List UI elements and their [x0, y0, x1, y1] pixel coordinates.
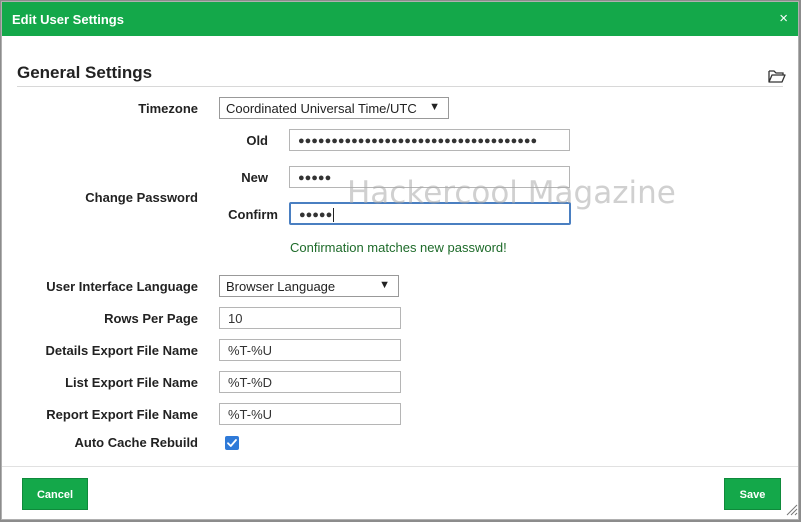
- password-match-message: Confirmation matches new password!: [290, 240, 507, 255]
- new-password-label: New: [241, 170, 268, 185]
- details-export-label: Details Export File Name: [45, 343, 198, 358]
- language-label: User Interface Language: [46, 279, 198, 294]
- auto-cache-checkbox[interactable]: [225, 436, 239, 450]
- report-export-label: Report Export File Name: [46, 407, 198, 422]
- section-divider: [17, 86, 783, 87]
- close-icon[interactable]: ×: [779, 11, 788, 26]
- cancel-button[interactable]: Cancel: [22, 478, 88, 510]
- dialog-title: Edit User Settings: [12, 12, 124, 27]
- text-caret: [333, 208, 335, 222]
- report-export-input[interactable]: %T-%U: [219, 403, 401, 425]
- folder-open-icon[interactable]: [768, 69, 786, 87]
- confirm-password-value: ●●●●●: [299, 208, 333, 221]
- checkmark-icon: [227, 439, 237, 447]
- details-export-input[interactable]: %T-%U: [219, 339, 401, 361]
- rows-per-page-label: Rows Per Page: [104, 311, 198, 326]
- list-export-label: List Export File Name: [65, 375, 198, 390]
- resize-grip-icon[interactable]: [782, 500, 798, 519]
- list-export-input[interactable]: %T-%D: [219, 371, 401, 393]
- auto-cache-label: Auto Cache Rebuild: [74, 435, 198, 450]
- watermark-text: Hackercool Magazine: [347, 175, 676, 211]
- timezone-value: Coordinated Universal Time/UTC: [226, 101, 417, 116]
- edit-user-settings-dialog: Edit User Settings × General Settings Ti…: [1, 1, 799, 520]
- old-password-field[interactable]: ●●●●●●●●●●●●●●●●●●●●●●●●●●●●●●●●●●●●: [289, 129, 570, 151]
- timezone-select[interactable]: Coordinated Universal Time/UTC ▼: [219, 97, 449, 119]
- language-select[interactable]: Browser Language ▼: [219, 275, 399, 297]
- section-title: General Settings: [17, 63, 153, 82]
- confirm-password-label: Confirm: [228, 207, 278, 222]
- chevron-down-icon: ▼: [379, 279, 390, 291]
- dialog-titlebar[interactable]: Edit User Settings ×: [2, 2, 798, 36]
- save-button[interactable]: Save: [724, 478, 781, 510]
- timezone-label: Timezone: [138, 101, 198, 116]
- footer-divider: [2, 466, 798, 467]
- old-password-label: Old: [246, 133, 268, 148]
- rows-per-page-input[interactable]: 10: [219, 307, 401, 329]
- change-password-label: Change Password: [85, 190, 198, 205]
- chevron-down-icon: ▼: [429, 101, 440, 113]
- language-value: Browser Language: [226, 279, 336, 294]
